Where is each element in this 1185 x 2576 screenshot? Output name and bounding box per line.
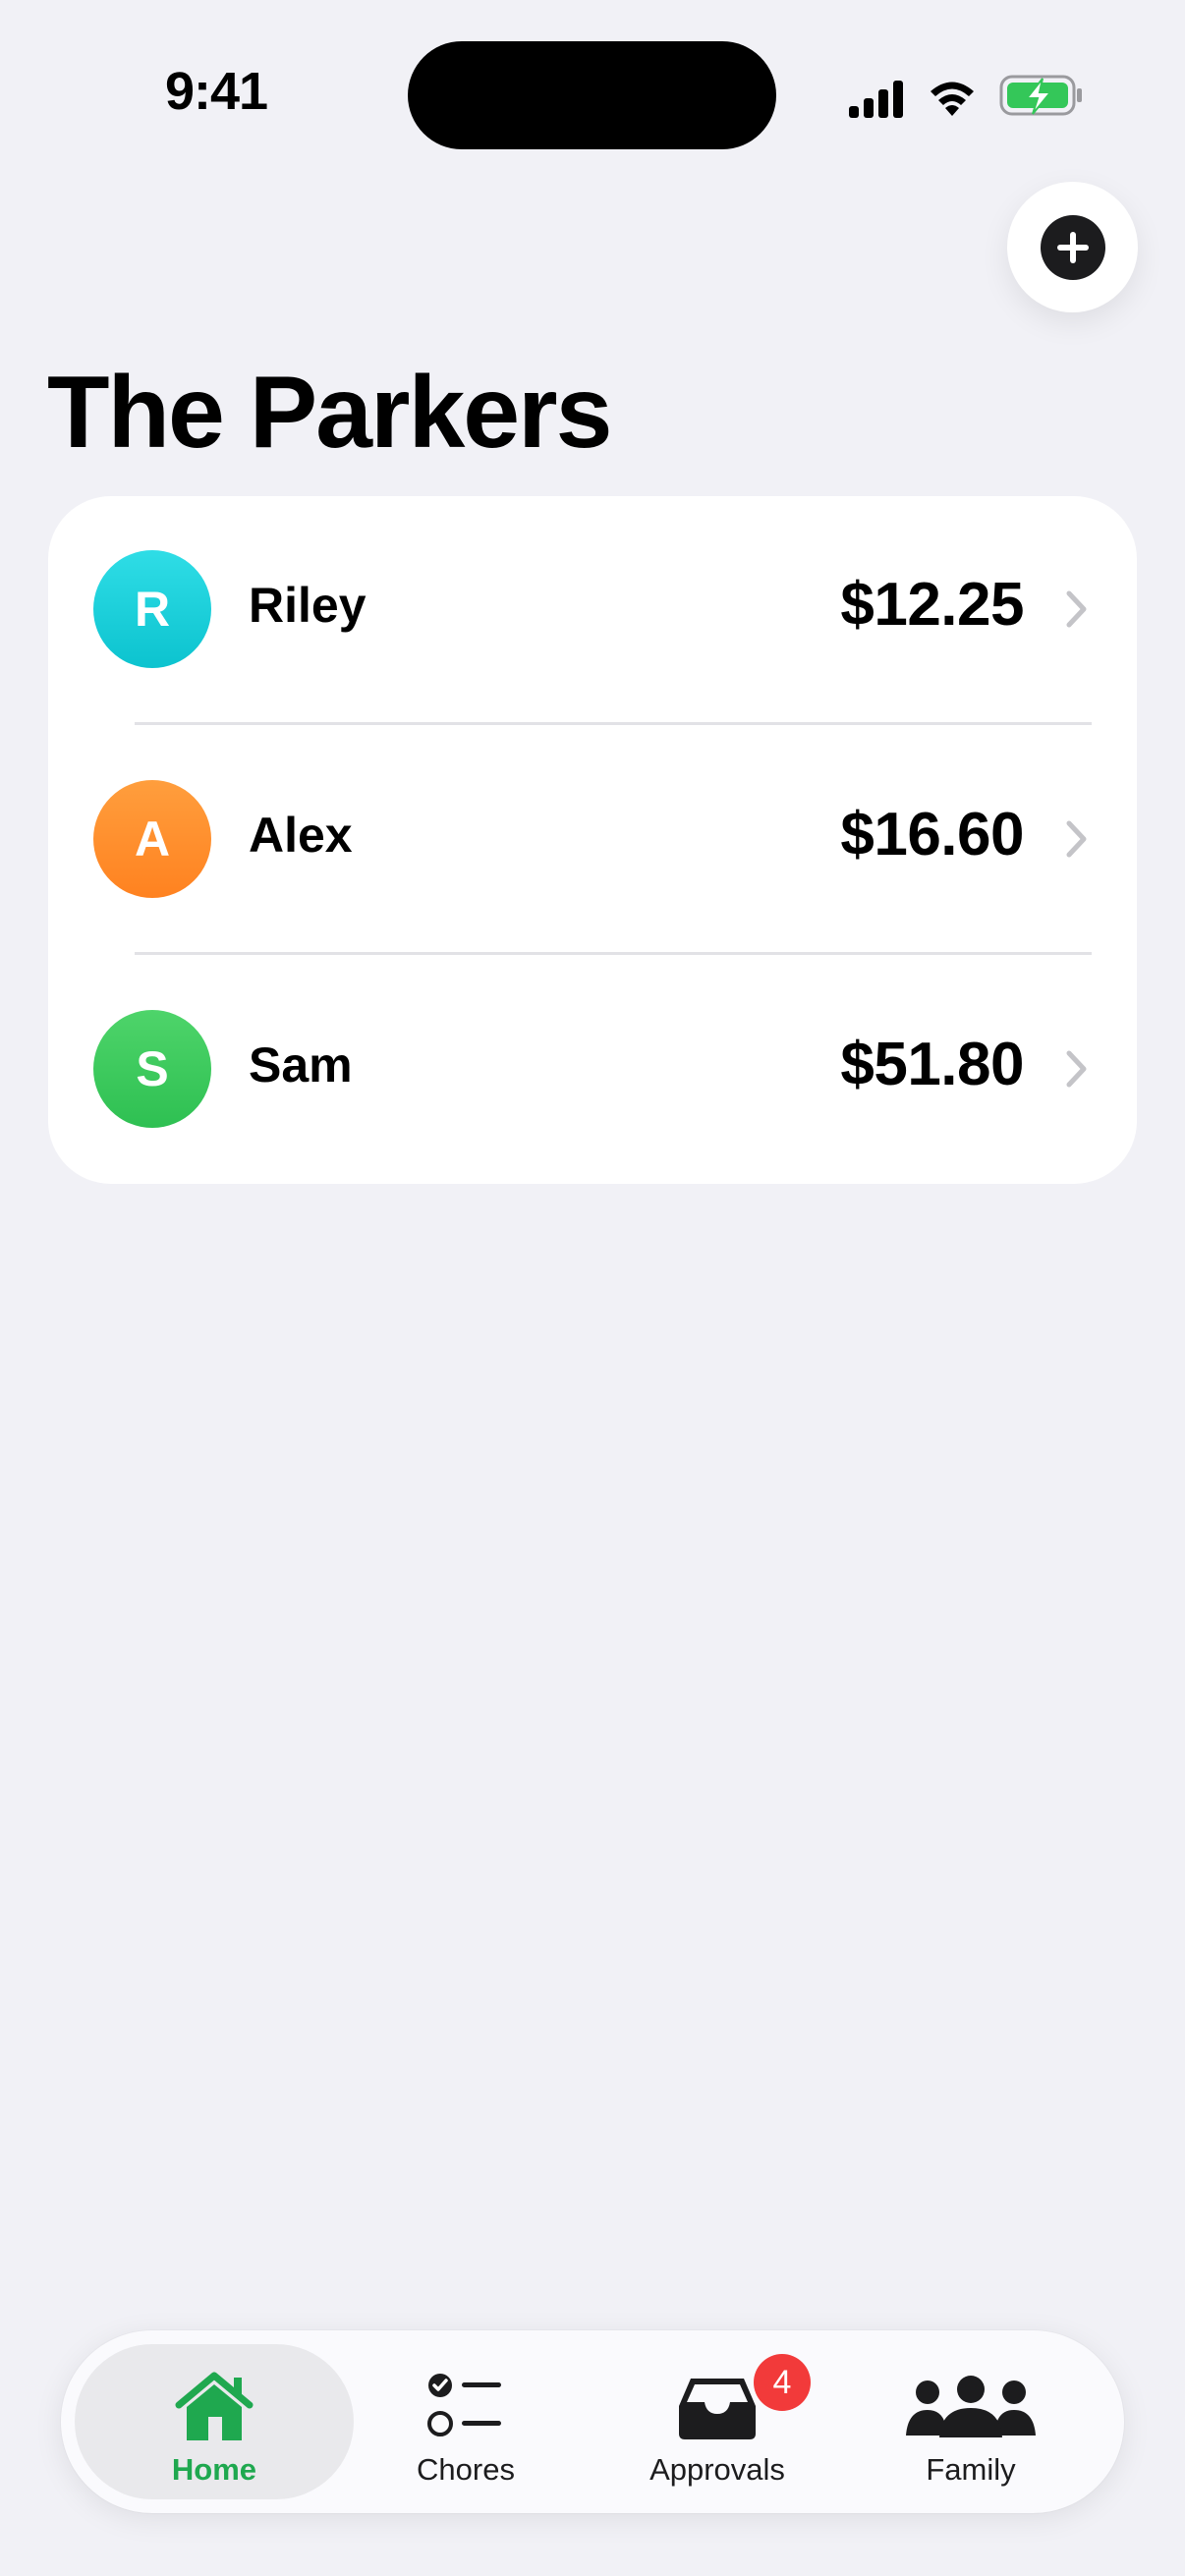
approvals-badge: 4 (754, 2354, 811, 2411)
divider (135, 952, 1092, 955)
tab-home[interactable]: Home (75, 2344, 354, 2499)
inbox-tray-icon: 4 (675, 2354, 811, 2446)
member-name: Alex (249, 808, 353, 863)
avatar: A (93, 780, 211, 898)
member-balance: $51.80 (840, 1031, 1024, 1098)
house-icon (173, 2368, 255, 2446)
dynamic-island (408, 41, 776, 149)
tab-family[interactable]: Family (843, 2344, 1099, 2499)
wifi-icon (931, 82, 974, 116)
members-list: R Riley $12.25 A Alex $16.60 S Sam $51.8… (48, 496, 1137, 1184)
member-row-alex[interactable]: A Alex $16.60 (48, 726, 1137, 956)
tab-bar: Home Chores 4 Approvals Family (61, 2330, 1124, 2513)
avatar: R (93, 550, 211, 668)
tab-label: Approvals (649, 2452, 785, 2487)
member-row-riley[interactable]: R Riley $12.25 (48, 496, 1137, 726)
member-name: Sam (249, 1037, 353, 1092)
battery-charging-icon (999, 75, 1082, 116)
avatar: S (93, 1010, 211, 1128)
tab-label: Family (926, 2452, 1016, 2487)
tab-label: Chores (417, 2452, 515, 2487)
add-member-button[interactable] (1007, 182, 1138, 312)
member-row-sam[interactable]: S Sam $51.80 (48, 956, 1137, 1184)
member-balance: $12.25 (840, 571, 1024, 639)
checklist-icon (426, 2368, 505, 2446)
tab-approvals[interactable]: 4 Approvals (590, 2344, 845, 2499)
tab-chores[interactable]: Chores (338, 2344, 593, 2499)
tab-label: Home (171, 2452, 257, 2487)
member-name: Riley (249, 578, 367, 633)
chevron-right-icon (1066, 1050, 1087, 1088)
cellular-signal-icon (849, 81, 903, 118)
status-time: 9:41 (164, 62, 268, 121)
chevron-right-icon (1066, 590, 1087, 628)
people-icon (906, 2368, 1036, 2446)
divider (135, 722, 1092, 725)
page-title: The Parkers (47, 356, 612, 470)
plus-circle-icon (1040, 214, 1105, 280)
member-balance: $16.60 (840, 801, 1024, 868)
chevron-right-icon (1066, 820, 1087, 858)
